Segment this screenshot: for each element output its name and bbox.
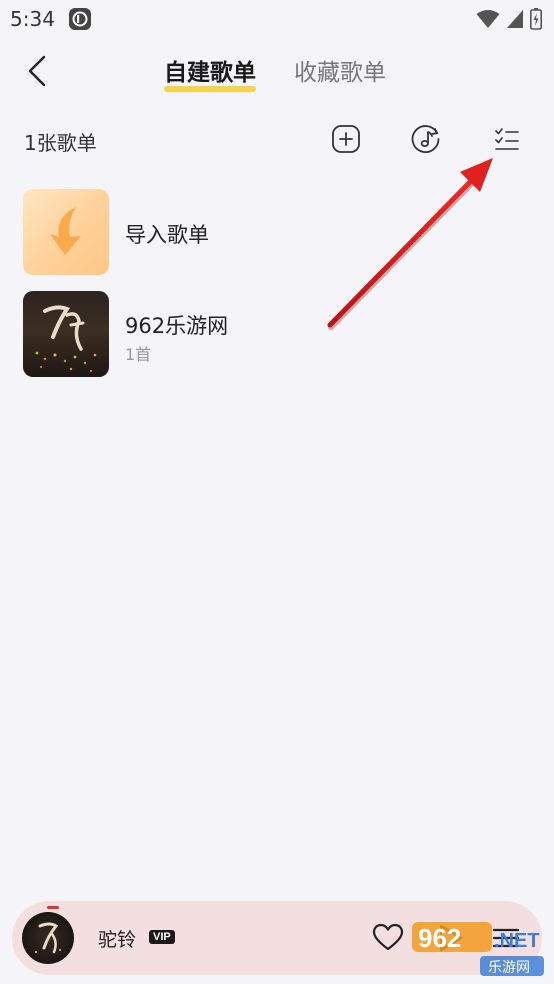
tab-self-created[interactable]: 自建歌单 (164, 53, 256, 92)
status-bar: 5:34 (0, 0, 554, 38)
now-playing-cover (22, 912, 74, 964)
tab-label: 自建歌单 (164, 60, 256, 86)
batch-manage-button[interactable] (492, 124, 522, 154)
playlist-title: 导入歌单 (125, 223, 209, 247)
watermark-caption: 乐游网 (488, 960, 530, 976)
site-watermark: 962 .NET 乐游网 (410, 916, 548, 978)
chevron-left-icon (28, 55, 46, 87)
heart-icon (372, 923, 404, 951)
like-button[interactable] (371, 921, 405, 955)
playlist-title: 962乐游网 (125, 314, 229, 338)
checklist-icon (495, 128, 519, 150)
back-button[interactable] (22, 54, 54, 88)
tab-favorites[interactable]: 收藏歌单 (294, 53, 386, 87)
battery-icon (530, 8, 542, 34)
status-indicators (476, 8, 542, 34)
vip-badge: VIP (149, 930, 175, 944)
now-playing-title: 驼铃 (98, 929, 137, 951)
watermark-suffix: .NET (494, 930, 540, 952)
music-recognize-button[interactable] (411, 124, 441, 154)
tab-label: 收藏歌单 (294, 60, 386, 86)
list-item-import-playlist[interactable]: 导入歌单 (0, 189, 554, 277)
active-tab-underline (164, 86, 256, 92)
playlist-cover (23, 291, 109, 377)
album-art-image (34, 922, 62, 954)
playlist-count: 1张歌单 (24, 131, 97, 155)
watermark-logo: 962 .NET 乐游网 (412, 922, 544, 976)
signal-icon (506, 9, 524, 33)
status-time: 5:34 (10, 7, 55, 31)
list-item-playlist[interactable]: 962乐游网 1首 (0, 291, 554, 379)
playlist-toolbar: 1张歌单 (0, 116, 554, 162)
album-art-image (35, 305, 97, 373)
plus-square-icon (332, 125, 360, 153)
wifi-icon (476, 9, 500, 33)
playlist-track-count: 1首 (125, 345, 152, 364)
app-notification-icon (68, 7, 92, 31)
header: 自建歌单 收藏歌单 (0, 40, 554, 100)
add-playlist-button[interactable] (331, 124, 361, 154)
watermark-brand: 962 (418, 923, 461, 953)
import-playlist-cover (23, 189, 109, 275)
import-arrow-icon (50, 207, 81, 255)
playback-progress-indicator (47, 906, 59, 909)
music-note-circle-icon (411, 125, 440, 153)
